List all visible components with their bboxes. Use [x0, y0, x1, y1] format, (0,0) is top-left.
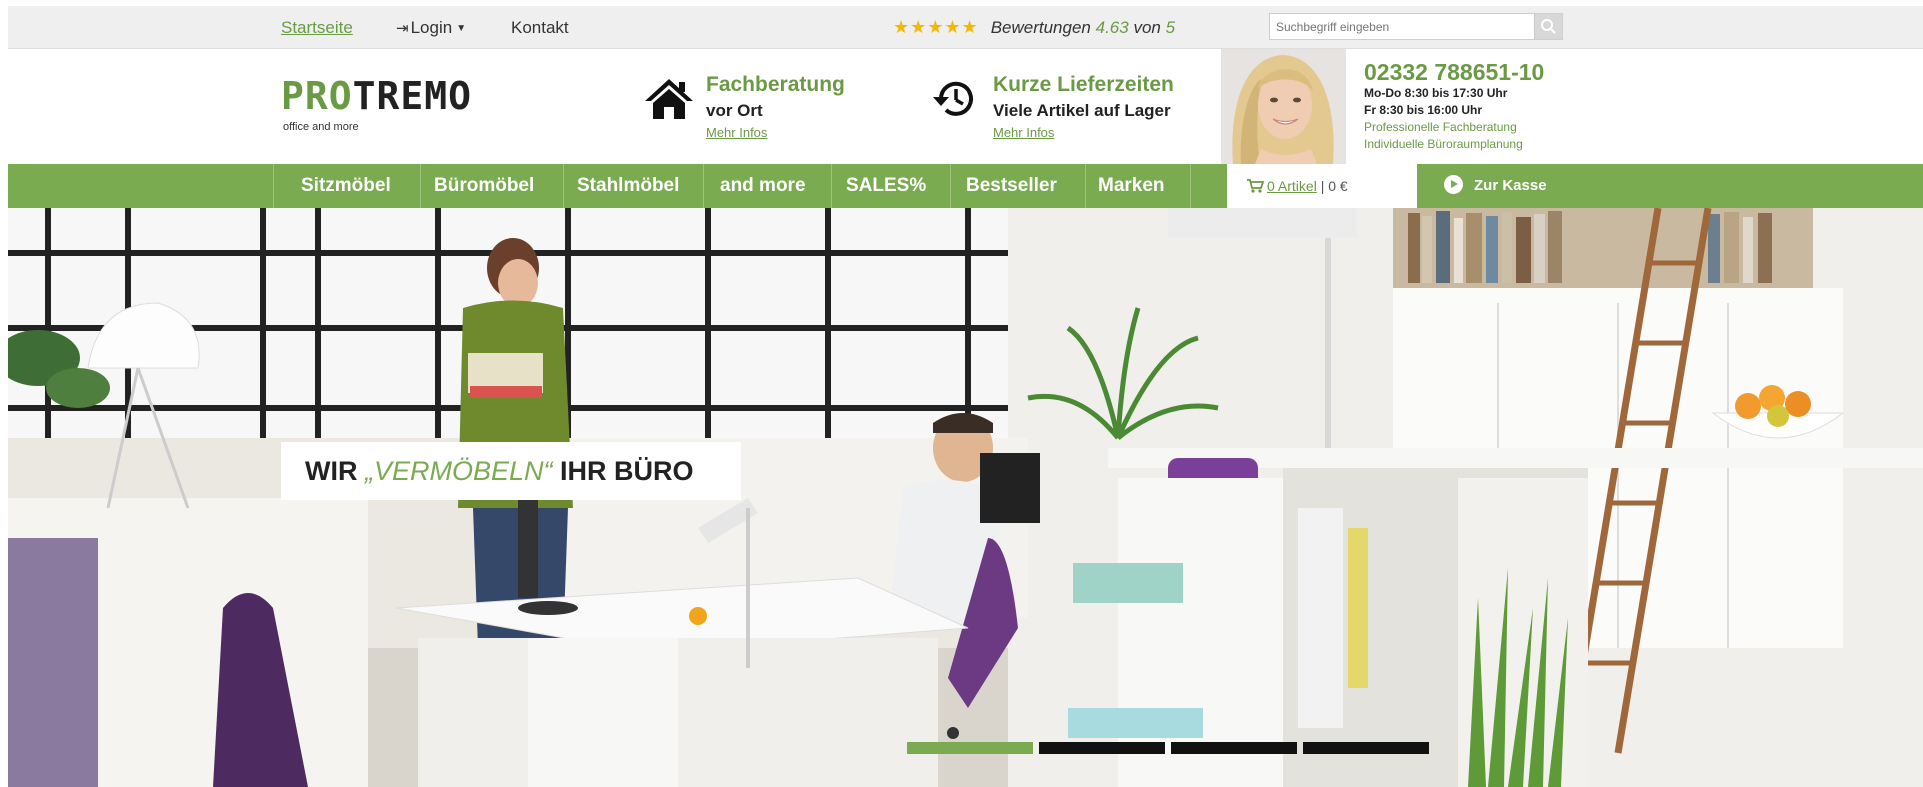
nav-item-sales[interactable]: SALES% [846, 164, 926, 208]
home-link[interactable]: Startseite [281, 18, 353, 38]
home-icon [645, 79, 693, 119]
mini-cart[interactable]: 0 Artikel | 0 € [1227, 164, 1417, 208]
slide-indicator-1[interactable] [907, 742, 1033, 754]
nav-divider [1190, 164, 1191, 208]
search-button[interactable] [1534, 14, 1562, 39]
slide-indicator-3[interactable] [1171, 742, 1297, 754]
phone-number[interactable]: 02332 788651-10 [1364, 59, 1544, 85]
nav-divider [1085, 164, 1086, 208]
opening-hours: Mo-Do 8:30 bis 17:30 Uhr [1364, 86, 1508, 100]
rating-max: 5 [1165, 18, 1176, 37]
play-circle-icon [1444, 175, 1463, 194]
more-info-link[interactable]: Mehr Infos [993, 125, 1054, 140]
rating-of: von [1133, 18, 1161, 37]
service-note: Individuelle Büroraumplanung [1364, 137, 1523, 151]
nav-item-stahlmoebel[interactable]: Stahlmöbel [577, 164, 679, 208]
nav-divider [950, 164, 951, 208]
rating-prefix: Bewertungen [990, 18, 1091, 37]
nav-divider [703, 164, 704, 208]
feature-title: Kurze Lieferzeiten [993, 73, 1174, 96]
nav-item-bestseller[interactable]: Bestseller [966, 164, 1057, 208]
opening-hours: Fr 8:30 bis 16:00 Uhr [1364, 103, 1483, 117]
feature-subtitle: Viele Artikel auf Lager [993, 101, 1171, 120]
logo-accent: PRO [281, 74, 353, 118]
login-icon: ⇥ [396, 20, 409, 37]
contact-link[interactable]: Kontakt [511, 18, 569, 38]
cart-summary: 0 Artikel | 0 € [1267, 164, 1348, 208]
nav-item-sitzmoebel[interactable]: Sitzmöbel [301, 164, 391, 208]
hero-headline: WIR „VERMÖBELN“ IHR BÜRO [281, 442, 741, 500]
top-utility-bar: Startseite ⇥ Login ▼ Kontakt ★★★★★ Bewertun… [8, 6, 1923, 49]
feature-title: Fachberatung [706, 73, 845, 96]
nav-item-and-more[interactable]: and more [720, 164, 806, 208]
nav-item-bueromoebel[interactable]: Büromöbel [434, 164, 534, 208]
nav-divider [273, 164, 274, 208]
rating-score: 4.63 [1095, 18, 1129, 37]
rating-widget[interactable]: ★★★★★ Bewertungen 4.63 von 5 [893, 17, 1175, 38]
page: Startseite ⇥ Login ▼ Kontakt ★★★★★ Bewertun… [8, 6, 1923, 787]
chevron-down-icon: ▼ [456, 23, 467, 34]
checkout-button[interactable]: Zur Kasse [1444, 164, 1547, 208]
nav-divider [420, 164, 421, 208]
more-info-link[interactable]: Mehr Infos [706, 125, 767, 140]
login-label: Login [410, 18, 453, 37]
cart-total: 0 € [1328, 178, 1348, 194]
history-clock-icon [933, 81, 973, 116]
checkout-label: Zur Kasse [1474, 177, 1547, 194]
cart-item-count[interactable]: 0 Artikel [1267, 178, 1317, 194]
nav-divider [831, 164, 832, 208]
site-logo[interactable]: PROTREMO [281, 77, 472, 115]
site-header: PROTREMO office and more Fachberatung vo… [8, 49, 1923, 164]
search-input[interactable] [1270, 14, 1546, 39]
login-dropdown[interactable]: ⇥ Login ▼ [396, 18, 466, 38]
nav-divider [563, 164, 564, 208]
hero-headline-accent: „VERMÖBELN“ [365, 456, 553, 486]
hero-headline-end: IHR BÜRO [552, 456, 694, 486]
support-agent-photo [1221, 49, 1346, 164]
slide-indicator-4[interactable] [1303, 742, 1429, 754]
contact-info: 02332 788651-10 Mo-Do 8:30 bis 17:30 Uhr… [1364, 59, 1544, 153]
cart-separator: | [1320, 178, 1325, 194]
main-navigation: Sitzmöbel Büromöbel Stahlmöbel and more … [8, 164, 1923, 208]
star-rating-icon: ★★★★★ [893, 17, 979, 37]
logo-tagline: office and more [283, 121, 359, 133]
logo-rest: TREMO [352, 74, 473, 118]
search-box [1269, 13, 1563, 40]
hero-slider[interactable]: WIR „VERMÖBELN“ IHR BÜRO [8, 208, 1923, 787]
slide-indicator-2[interactable] [1039, 742, 1165, 754]
nav-item-marken[interactable]: Marken [1098, 164, 1165, 208]
shopping-cart-icon [1247, 179, 1264, 193]
browser-viewport: Startseite ⇥ Login ▼ Kontakt ★★★★★ Bewertun… [0, 0, 1923, 787]
hero-headline-start: WIR [305, 456, 365, 486]
search-icon [1541, 19, 1556, 34]
feature-subtitle: vor Ort [706, 101, 763, 120]
service-note: Professionelle Fachberatung [1364, 120, 1517, 134]
